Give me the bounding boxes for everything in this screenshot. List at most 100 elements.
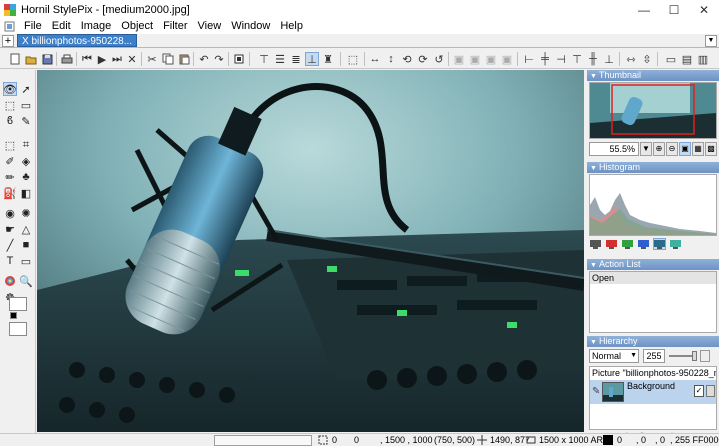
save-icon[interactable]	[40, 52, 54, 66]
opacity-slider-handle[interactable]	[692, 351, 697, 361]
magic-select-icon[interactable]: ⬚	[3, 98, 17, 112]
pen-icon[interactable]: ✎	[19, 114, 33, 128]
channel-rgb-icon[interactable]	[589, 238, 602, 250]
arrange-icon[interactable]: ▣	[500, 52, 514, 66]
align-top-icon[interactable]: ⊤	[257, 52, 271, 66]
print-icon[interactable]	[60, 52, 74, 66]
zoom-out-icon[interactable]: ⊖	[666, 142, 678, 156]
flip-vertical-icon[interactable]: ↕	[384, 52, 398, 66]
last-frame-icon[interactable]: ⏭	[110, 52, 124, 66]
crop-icon[interactable]	[232, 52, 246, 66]
image-canvas[interactable]	[37, 70, 584, 432]
tab-list-dropdown[interactable]: ▼	[705, 35, 717, 47]
zoom-in-icon[interactable]: ⊕	[653, 142, 665, 156]
menu-object[interactable]: Object	[116, 19, 158, 34]
open-folder-icon[interactable]	[24, 52, 38, 66]
menu-filter[interactable]: Filter	[158, 19, 192, 34]
fit-window-icon[interactable]: ▣	[679, 142, 691, 156]
channel-alpha-icon[interactable]	[669, 238, 682, 250]
red-eye-icon[interactable]: ◉	[3, 206, 17, 220]
transform-icon[interactable]: ⬚	[346, 52, 360, 66]
primary-color-swatch[interactable]	[9, 297, 27, 311]
paste-icon[interactable]	[177, 52, 191, 66]
picture-row[interactable]: Picture "billionphotos-950228_mediu	[590, 367, 716, 379]
secondary-color-swatch[interactable]	[9, 322, 27, 336]
panel-layout-icon[interactable]: ▤	[680, 52, 694, 66]
panel-layout-icon[interactable]: ▭	[664, 52, 678, 66]
document-icon[interactable]	[4, 21, 15, 32]
opacity-slider[interactable]	[669, 351, 697, 361]
menu-window[interactable]: Window	[226, 19, 275, 34]
stamp-icon[interactable]: ♜	[321, 52, 335, 66]
copy-icon[interactable]	[161, 52, 175, 66]
fill-window-icon[interactable]: ▩	[705, 142, 717, 156]
align-lines-icon[interactable]: ☰	[273, 52, 287, 66]
transform-tool-icon[interactable]: ⬚	[3, 138, 17, 152]
menu-file[interactable]: File	[19, 19, 47, 34]
lasso-icon[interactable]: ϐ	[3, 114, 17, 128]
align-right-icon[interactable]: ⊣	[554, 52, 568, 66]
layer-visibility-checkbox[interactable]: ✓	[694, 385, 704, 397]
rotate-ccw-icon[interactable]: ↺	[432, 52, 446, 66]
align-middle-icon[interactable]: ╫	[586, 52, 600, 66]
text-tool-icon[interactable]: T	[3, 254, 17, 268]
actual-size-icon[interactable]: ▦	[692, 142, 704, 156]
eraser-icon[interactable]: ◈	[19, 154, 33, 168]
cut-icon[interactable]: ✂	[145, 52, 159, 66]
histogram-panel-header[interactable]: ▼ Histogram	[587, 162, 719, 173]
menu-help[interactable]: Help	[275, 19, 308, 34]
document-tab[interactable]: X billionphotos-950228...	[17, 34, 138, 47]
pencil-icon[interactable]: ✏	[3, 170, 17, 184]
zoom-level-field[interactable]: 55.5%	[589, 142, 639, 156]
align-bottom-edge-icon[interactable]: ⊥	[602, 52, 616, 66]
line-icon[interactable]: ╱	[3, 238, 17, 252]
default-colors-icon[interactable]	[10, 312, 17, 319]
align-bottom-icon[interactable]: ⊥	[305, 52, 319, 66]
action-list-item[interactable]: Open	[590, 272, 716, 284]
redo-icon[interactable]: ↷	[212, 52, 226, 66]
opacity-field[interactable]: 255	[643, 349, 665, 363]
maximize-button[interactable]: ☐	[659, 0, 689, 19]
smudge-icon[interactable]: ☛	[3, 222, 17, 236]
align-center-icon[interactable]: ╪	[538, 52, 552, 66]
layer-lock-icon[interactable]	[706, 385, 715, 397]
text-align-icon[interactable]: ≣	[289, 52, 303, 66]
shape-icon[interactable]: ■	[19, 238, 33, 252]
flip-horizontal-icon[interactable]: ↔	[368, 52, 382, 66]
lock-transparency-icon[interactable]	[700, 350, 710, 362]
first-frame-icon[interactable]: ⏮	[80, 52, 94, 66]
layer-row-background[interactable]: ✎ Background ✓	[590, 380, 716, 404]
play-icon[interactable]: ▶	[95, 52, 109, 66]
align-top-edge-icon[interactable]: ⊤	[570, 52, 584, 66]
undo-icon[interactable]: ↶	[197, 52, 211, 66]
thumbnail-preview[interactable]	[589, 82, 717, 139]
sharpen-icon[interactable]: △	[19, 222, 33, 236]
sparkle-icon[interactable]: ✺	[19, 206, 33, 220]
menu-image[interactable]: Image	[76, 19, 117, 34]
panel-layout-icon[interactable]: ▥	[696, 52, 710, 66]
menu-view[interactable]: View	[193, 19, 227, 34]
arrange-icon[interactable]: ▣	[468, 52, 482, 66]
zoom-icon[interactable]: 🔍	[19, 274, 33, 288]
color-picker-icon[interactable]	[3, 274, 17, 288]
action-list-panel-header[interactable]: ▼ Action List	[587, 259, 719, 270]
channel-red-icon[interactable]	[605, 238, 618, 250]
rotate-cw-icon[interactable]: ⟳	[416, 52, 430, 66]
minimize-button[interactable]: —	[629, 0, 659, 19]
align-left-icon[interactable]: ⊢	[522, 52, 536, 66]
new-tab-button[interactable]: +	[2, 34, 14, 47]
zoom-dropdown[interactable]: ▼	[640, 142, 652, 156]
channel-luminance-icon[interactable]	[653, 238, 666, 250]
menu-edit[interactable]: Edit	[47, 19, 76, 34]
thumbnail-panel-header[interactable]: ▼ Thumbnail	[587, 70, 719, 81]
fill-bucket-icon[interactable]: ⛽	[3, 186, 17, 200]
hierarchy-panel-header[interactable]: ▼ Hierarchy	[587, 336, 719, 347]
crop-tool-icon[interactable]: ⌗	[19, 138, 33, 152]
new-file-icon[interactable]	[8, 52, 22, 66]
channel-green-icon[interactable]	[621, 238, 634, 250]
blend-mode-select[interactable]: Normal ▼	[589, 349, 639, 363]
close-button[interactable]: ✕	[689, 0, 719, 19]
channel-blue-icon[interactable]	[637, 238, 650, 250]
distribute-h-icon[interactable]: ⇿	[624, 52, 638, 66]
close-document-icon[interactable]: ✕	[125, 52, 139, 66]
